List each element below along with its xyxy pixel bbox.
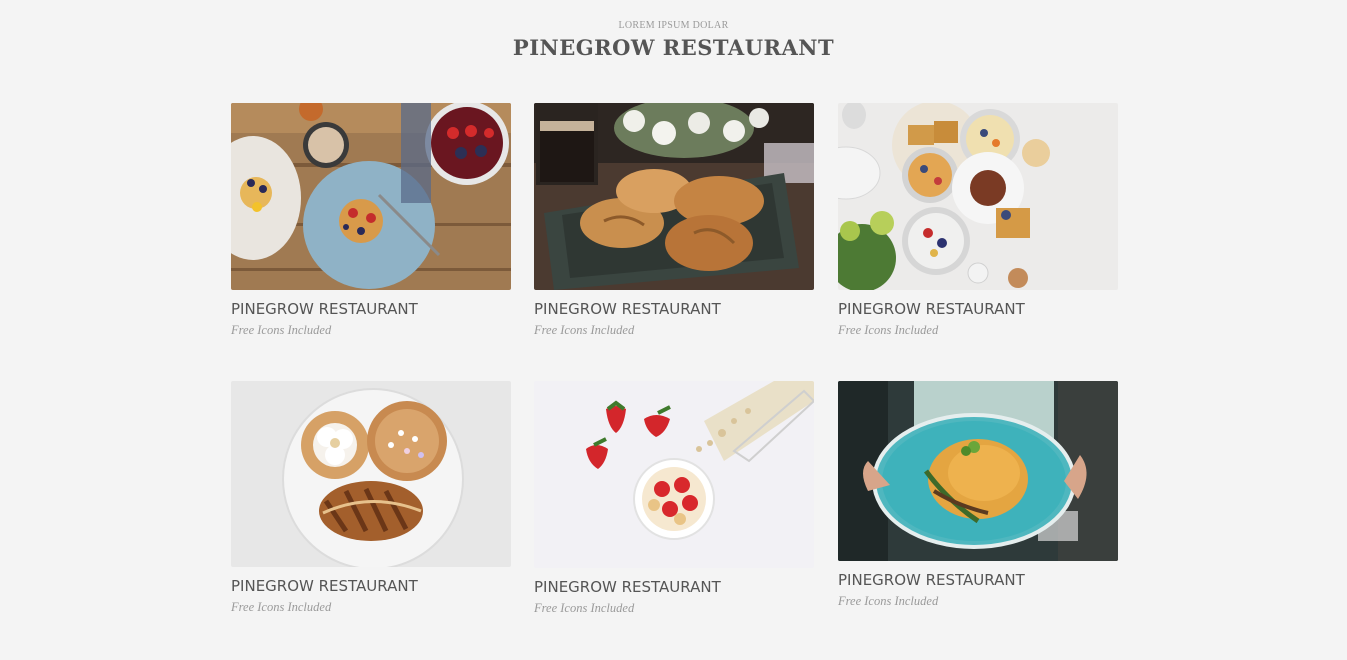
card-subtitle: Free Icons Included	[838, 594, 939, 608]
card-title[interactable]: PINEGROW RESTAURANT	[534, 300, 721, 318]
pastries-plate-photo[interactable]	[231, 381, 511, 567]
card-subtitle: Free Icons Included	[534, 323, 635, 337]
brunch-spread-photo[interactable]	[838, 103, 1118, 290]
card-title[interactable]: PINEGROW RESTAURANT	[534, 578, 721, 596]
card-4[interactable]: PINEGROW RESTAURANT Free Icons Included	[231, 381, 511, 621]
header-eyebrow: LOREM IPSUM DOLAR	[618, 20, 729, 31]
card-title[interactable]: PINEGROW RESTAURANT	[231, 300, 418, 318]
strawberries-yogurt-photo[interactable]	[534, 381, 814, 568]
card-6[interactable]: PINEGROW RESTAURANT Free Icons Included	[838, 381, 1118, 615]
card-subtitle: Free Icons Included	[231, 600, 332, 614]
breakfast-pancakes-photo[interactable]	[231, 103, 511, 290]
omelette-plate-photo[interactable]	[838, 381, 1118, 561]
card-title[interactable]: PINEGROW RESTAURANT	[838, 571, 1025, 589]
card-3[interactable]: PINEGROW RESTAURANT Free Icons Included	[838, 103, 1118, 343]
card-subtitle: Free Icons Included	[534, 601, 635, 615]
card-1[interactable]: PINEGROW RESTAURANT Free Icons Included	[231, 103, 511, 343]
card-2[interactable]: PINEGROW RESTAURANT Free Icons Included	[534, 103, 814, 343]
card-5[interactable]: PINEGROW RESTAURANT Free Icons Included	[534, 381, 814, 621]
card-subtitle: Free Icons Included	[231, 323, 332, 337]
card-title[interactable]: PINEGROW RESTAURANT	[231, 577, 418, 595]
croissants-photo[interactable]	[534, 103, 814, 290]
page-title: PINEGROW RESTAURANT	[512, 35, 835, 60]
card-title[interactable]: PINEGROW RESTAURANT	[838, 300, 1025, 318]
card-subtitle: Free Icons Included	[838, 323, 939, 337]
